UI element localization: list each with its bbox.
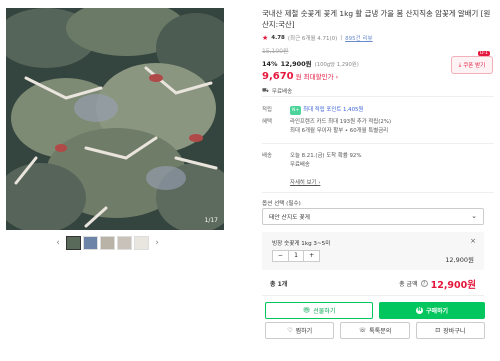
truck-icon: ⛟ xyxy=(262,87,269,94)
option-label: 옵션 선택 (필수) xyxy=(262,201,301,207)
delivery-line-3 xyxy=(290,170,494,179)
wish-button[interactable]: ♡ 찜하기 xyxy=(265,322,335,339)
selected-option-box: 빙장 숫꽃게 1kg 3~5미 × − 1 + 12,900원 xyxy=(262,232,484,270)
thumbnail-2[interactable] xyxy=(83,236,98,250)
info-delivery-row: 배송 오늘 8.21.(금) 도착 확률 92% 무료배송 자세히 보기 › xyxy=(262,152,494,188)
sale-percent: 14% xyxy=(262,60,278,68)
photo-counter: 1/17 xyxy=(204,217,218,224)
heart-icon: ♡ xyxy=(287,327,293,334)
thumbnail-4[interactable] xyxy=(117,236,132,250)
wish-button-label: 찜하기 xyxy=(295,328,313,335)
total-price: 12,900원 xyxy=(430,279,476,291)
benefit-label: 혜택 xyxy=(262,119,272,125)
inquiry-button[interactable]: ☏ 톡톡문의 xyxy=(340,322,410,339)
cart-button[interactable]: ⊡ 장바구니 xyxy=(415,322,485,339)
prev-thumb-button[interactable]: ‹ xyxy=(52,238,64,248)
quantity-value[interactable]: 1 xyxy=(287,251,305,261)
rating-value: 4.78 xyxy=(271,35,285,41)
chat-icon: ☏ xyxy=(358,327,367,334)
divider xyxy=(262,192,494,193)
divider xyxy=(262,96,494,97)
info-point-row: 적립 N+ 최대 적립 포인트 1,405원 xyxy=(262,106,494,115)
product-image-gallery: 1/17 xyxy=(6,8,224,230)
chevron-down-icon: ⌄ xyxy=(471,212,477,220)
coupon-button[interactable]: D-1 ⤓ 쿠폰 받기 xyxy=(451,51,493,74)
download-icon: ⤓ xyxy=(458,61,462,68)
info-benefit-row: 혜택 라인프렌즈 카드 최대 193원 추가 적립(2%) 최대 6개월 무이자… xyxy=(262,118,494,136)
gift-button-label: 선물하기 xyxy=(313,308,336,315)
thumbnail-strip: ‹ › xyxy=(52,235,163,251)
shipping-note-text: 무료배송 xyxy=(271,89,293,95)
divider xyxy=(262,143,494,144)
star-icon: ★ xyxy=(262,34,269,42)
shipping-note: ⛟ 무료배송 xyxy=(262,87,494,96)
secondary-buttons: ♡ 찜하기 ☏ 톡톡문의 ⊡ 장바구니 xyxy=(265,322,485,339)
option-selected-value: 태안 산지도 꽃게 xyxy=(269,215,311,221)
rating-row: ★ 4.78 (최근 6개월 4.71(0) | 895건 리뷰 xyxy=(262,34,373,42)
decrease-button[interactable]: − xyxy=(273,251,288,261)
primary-buttons: 🎁︎ 선물하기 N 구매하기 xyxy=(265,302,485,319)
quantity-stepper: − 1 + xyxy=(272,250,320,262)
cart-button-label: 장바구니 xyxy=(443,328,466,335)
rating-detail: (최근 6개월 4.71(0) xyxy=(287,36,338,42)
thumbnail-3[interactable] xyxy=(100,236,115,250)
delivery-line-1: 오늘 8.21.(금) 도착 확률 92% xyxy=(290,153,362,159)
help-icon[interactable]: ? xyxy=(420,280,428,287)
buy-button[interactable]: N 구매하기 xyxy=(379,302,485,319)
original-price: 15,100원 xyxy=(262,48,289,55)
selected-option-price: 12,900원 xyxy=(445,256,474,264)
unit-price: (100g당 1,290원) xyxy=(314,62,359,68)
sale-price: 12,900원 xyxy=(280,60,312,68)
total-row: 총 1개 총 금액 ? 12,900원 xyxy=(262,272,484,296)
benefit-line-2: 최대 6개월 무이자 할부 • 60개월 특별금리 xyxy=(290,128,389,134)
product-summary: 국내산 제철 숫꽃게 꽃게 1kg 활 급냉 가을 봄 산지직송 암꽃게 알배기… xyxy=(262,8,494,95)
next-thumb-button[interactable]: › xyxy=(151,238,163,248)
coupon-badge: D-1 xyxy=(478,51,490,56)
point-text[interactable]: 최대 적립 포인트 1,405원 xyxy=(303,107,363,113)
delivery-label: 배송 xyxy=(262,153,272,159)
gift-button[interactable]: 🎁︎ 선물하기 xyxy=(265,302,373,319)
total-count: 총 1개 xyxy=(270,281,288,288)
review-link[interactable]: 895건 리뷰 xyxy=(345,34,372,42)
thumbnail-1[interactable] xyxy=(66,236,81,250)
best-price-label: 원 최대할인가 › xyxy=(295,73,339,81)
coupon-label: 쿠폰 받기 xyxy=(463,63,486,69)
cart-icon: ⊡ xyxy=(435,327,441,334)
gift-icon: 🎁︎ xyxy=(302,307,311,314)
best-price: 9,670 xyxy=(262,71,294,82)
product-photo xyxy=(6,8,224,230)
point-label: 적립 xyxy=(262,107,272,113)
benefit-line-1: 라인프렌즈 카드 최대 193원 추가 적립(2%) xyxy=(290,119,392,125)
selected-option-name: 빙장 숫꽃게 1kg 3~5미 xyxy=(272,241,331,247)
thumbnail-5[interactable] xyxy=(134,236,149,250)
naverplus-tag: N+ xyxy=(290,106,302,115)
inquiry-button-label: 톡톡문의 xyxy=(369,328,392,335)
delivery-line-2: 무료배송 xyxy=(290,162,310,168)
delivery-more-link[interactable]: 자세히 보기 › xyxy=(290,179,494,188)
option-select[interactable]: 태안 산지도 꽃게 ⌄ xyxy=(262,208,484,225)
npay-icon: N xyxy=(415,307,423,314)
close-icon[interactable]: × xyxy=(470,237,476,245)
product-title: 국내산 제철 숫꽃게 꽃게 1kg 활 급냉 가을 봄 산지직송 암꽃게 알배기… xyxy=(262,9,491,29)
increase-button[interactable]: + xyxy=(304,251,319,261)
total-label: 총 금액 xyxy=(399,281,418,288)
buy-button-label: 구매하기 xyxy=(425,308,449,315)
